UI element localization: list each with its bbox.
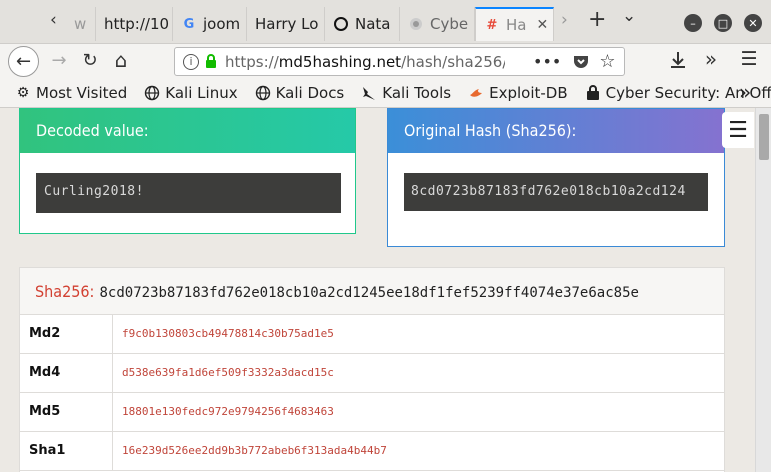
minimize-button[interactable]: – bbox=[684, 14, 702, 32]
table-row: Md4 d538e639fa1d6ef509f3332a3dacd15c bbox=[20, 354, 724, 393]
info-icon[interactable]: i bbox=[183, 53, 199, 70]
decoded-value-panel: Decoded value: Curling2018! bbox=[19, 108, 356, 234]
forward-button[interactable]: → bbox=[48, 49, 70, 71]
url-scheme: https:// bbox=[225, 52, 279, 71]
hash-algorithm-name: Md5 bbox=[20, 393, 113, 432]
tab-scroll-right-button[interactable]: › bbox=[561, 10, 568, 30]
flame-icon bbox=[467, 84, 485, 102]
back-button[interactable]: ← bbox=[8, 46, 39, 77]
table-row: Md5 18801e130fedc972e9794256f4683463 bbox=[20, 393, 724, 432]
bookmark-exploit-db[interactable]: Exploit-DB bbox=[467, 84, 568, 102]
page-content: Decoded value: Curling2018! Original Has… bbox=[0, 108, 771, 472]
tab-scroll-left-button[interactable]: ‹ bbox=[50, 10, 57, 30]
scrollbar-thumb[interactable] bbox=[759, 114, 769, 160]
tab-label: Ha bbox=[506, 16, 527, 34]
original-hash-title: Original Hash (Sha256): bbox=[388, 109, 724, 153]
tab-label: Nata bbox=[355, 15, 391, 33]
result-algorithm: Sha256: bbox=[35, 282, 95, 301]
tab-list-button[interactable]: ⌄ bbox=[622, 6, 636, 26]
tab-4[interactable]: Harry Lo bbox=[247, 7, 325, 41]
hash-algorithm-name: Md4 bbox=[20, 354, 113, 393]
tab-7-active[interactable]: # Ha ✕ bbox=[475, 7, 554, 41]
pocket-icon[interactable] bbox=[573, 54, 589, 69]
close-tab-icon[interactable]: ✕ bbox=[536, 17, 548, 33]
hash-results-table: Sha256: 8cd0723b87183fd762e018cb10a2cd12… bbox=[19, 267, 725, 472]
maximize-button[interactable]: □ bbox=[714, 14, 732, 32]
tab-label: Harry Lo bbox=[255, 15, 319, 33]
tab-6[interactable]: Cybe bbox=[400, 7, 475, 41]
google-icon: G bbox=[183, 16, 195, 32]
table-row: Sha1 16e239d526ee2dd9b3b772abeb6f313ada4… bbox=[20, 432, 724, 471]
bookmark-label: Kali Tools bbox=[382, 83, 452, 102]
bookmarks-overflow-button[interactable]: » bbox=[739, 80, 751, 104]
globe-icon bbox=[254, 84, 272, 102]
tab-3[interactable]: G joom bbox=[173, 7, 247, 41]
tab-1[interactable]: w bbox=[66, 7, 96, 41]
result-header: Sha256: 8cd0723b87183fd762e018cb10a2cd12… bbox=[20, 268, 724, 315]
reload-button[interactable]: ↻ bbox=[79, 49, 101, 71]
hash-icon: # bbox=[486, 17, 498, 33]
globe-icon bbox=[143, 84, 161, 102]
table-row: Md2 f9c0b130803cb49478814c30b75ad1e5 bbox=[20, 315, 724, 354]
url-text[interactable]: https://md5hashing.net/hash/sha256/8cd0 bbox=[225, 53, 505, 71]
hash-value[interactable]: 18801e130fedc972e9794256f4683463 bbox=[122, 405, 334, 418]
hash-algorithm-name: Sha1 bbox=[20, 432, 113, 471]
hash-value[interactable]: d538e639fa1d6ef509f3332a3dacd15c bbox=[122, 366, 334, 379]
seal-icon bbox=[408, 16, 424, 32]
result-hash-value[interactable]: 8cd0723b87183fd762e018cb10a2cd1245ee18df… bbox=[100, 285, 639, 301]
bookmarks-toolbar: ⚙ Most Visited Kali Linux Kali Docs Kali… bbox=[0, 78, 771, 108]
page-vertical-scrollbar[interactable] bbox=[755, 108, 771, 472]
tab-label: Cybe bbox=[430, 15, 469, 33]
close-window-button[interactable]: ✕ bbox=[744, 14, 762, 32]
bookmark-most-visited[interactable]: ⚙ Most Visited bbox=[14, 83, 128, 102]
bookmark-label: Kali Docs bbox=[275, 83, 345, 102]
original-hash-box[interactable]: 8cd0723b87183fd762e018cb10a2cd124 bbox=[404, 173, 708, 211]
page-actions-icon[interactable]: ••• bbox=[533, 52, 561, 71]
tab-label: joom bbox=[203, 15, 241, 33]
circle-icon bbox=[333, 16, 349, 32]
lock-icon bbox=[205, 54, 217, 69]
decoded-value-title: Decoded value: bbox=[20, 109, 355, 153]
tab-2[interactable]: http://10 bbox=[96, 7, 173, 41]
hash-value[interactable]: f9c0b130803cb49478814c30b75ad1e5 bbox=[122, 327, 334, 340]
url-bar[interactable]: i https://md5hashing.net/hash/sha256/8cd… bbox=[174, 47, 625, 76]
hamburger-menu-button[interactable]: ☰ bbox=[738, 47, 760, 71]
tab-strip: ‹ w http://10 G joom Harry Lo Nata Cybe … bbox=[0, 0, 771, 44]
url-host: md5hashing.net bbox=[278, 52, 402, 71]
bookmark-kali-linux[interactable]: Kali Linux bbox=[143, 83, 238, 102]
downloads-button[interactable] bbox=[668, 50, 688, 70]
site-menu-button[interactable]: ☰ bbox=[722, 112, 754, 148]
bookmark-label: Exploit-DB bbox=[489, 83, 568, 102]
bookmark-label: Most Visited bbox=[36, 83, 128, 102]
tab-5[interactable]: Nata bbox=[325, 7, 400, 41]
new-tab-button[interactable]: + bbox=[588, 7, 606, 32]
original-hash-panel: Original Hash (Sha256): 8cd0723b87183fd7… bbox=[387, 108, 725, 247]
bookmark-kali-docs[interactable]: Kali Docs bbox=[254, 83, 345, 102]
bookmark-kali-tools[interactable]: Kali Tools bbox=[360, 84, 451, 102]
hamburger-icon: ☰ bbox=[728, 117, 748, 143]
overflow-menu-button[interactable]: » bbox=[700, 47, 722, 71]
lock-icon bbox=[584, 84, 602, 102]
navigation-bar: ← → ↻ ⌂ i https://md5hashing.net/hash/sh… bbox=[0, 44, 771, 78]
dragon-icon bbox=[360, 84, 378, 102]
hash-value[interactable]: 16e239d526ee2dd9b3b772abeb6f313ada4b44b7 bbox=[122, 444, 387, 457]
tab-label: w bbox=[74, 15, 87, 33]
bookmark-label: Kali Linux bbox=[165, 83, 238, 102]
home-button[interactable]: ⌂ bbox=[109, 48, 133, 72]
hash-algorithm-name: Md2 bbox=[20, 315, 113, 354]
tab-label: http://10 bbox=[104, 15, 170, 33]
bookmark-star-icon[interactable]: ☆ bbox=[599, 51, 615, 72]
gear-icon: ⚙ bbox=[16, 84, 30, 101]
url-path: /hash/sha256/8cd0 bbox=[401, 52, 505, 71]
decoded-value-box[interactable]: Curling2018! bbox=[36, 173, 341, 213]
